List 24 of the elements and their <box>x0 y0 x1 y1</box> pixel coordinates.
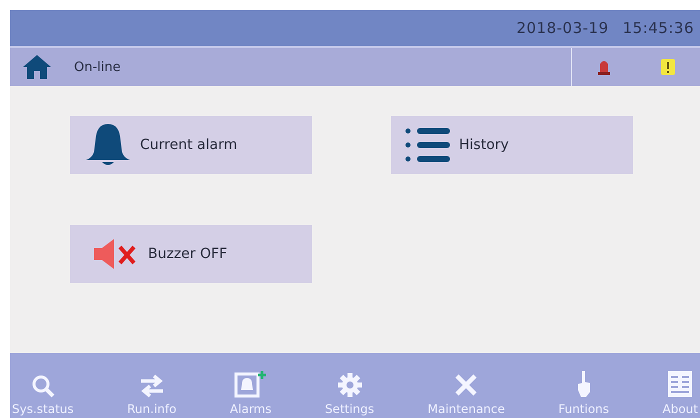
warning-icon <box>661 59 675 75</box>
document-icon <box>667 370 694 398</box>
date-text: 2018-03-19 <box>516 19 609 37</box>
alarm-panel-icon <box>234 370 268 398</box>
status-text: On-line <box>74 60 122 74</box>
nav-button[interactable]: Alarms <box>228 370 274 416</box>
bell-icon <box>84 122 132 168</box>
nav-button[interactable]: Sys.status <box>10 374 76 416</box>
home-icon[interactable] <box>22 54 52 80</box>
tools-icon <box>453 372 480 398</box>
action-button[interactable]: Current alarm <box>70 116 312 174</box>
nav-button[interactable]: Settings <box>322 372 376 416</box>
action-button[interactable]: Buzzer OFF <box>70 225 312 283</box>
action-button[interactable]: History <box>391 116 633 174</box>
nav-button[interactable]: Run.info <box>125 374 178 416</box>
nav-button[interactable]: Maintenance <box>426 372 507 416</box>
nav-button[interactable]: Funtions <box>556 370 612 416</box>
list-icon <box>405 125 451 165</box>
nav-button[interactable]: About <box>660 370 700 416</box>
time-text: 15:45:36 <box>622 19 694 37</box>
exchange-icon <box>138 374 165 398</box>
alarm-light-icon <box>597 58 611 76</box>
search-icon <box>30 374 55 398</box>
settings-icon <box>336 372 363 398</box>
